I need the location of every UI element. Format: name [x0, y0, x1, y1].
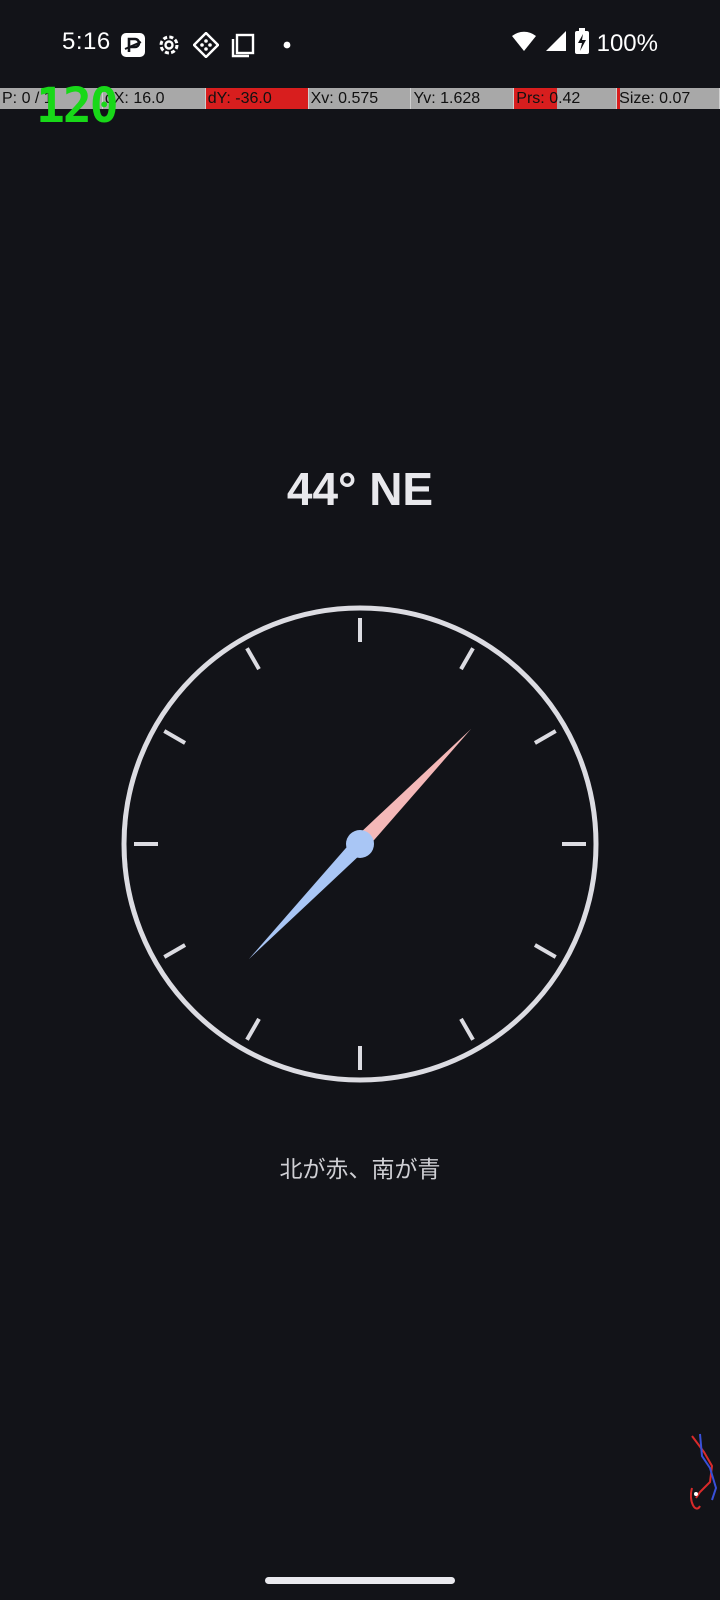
compass-tick [163, 943, 187, 959]
app-diamond-icon [192, 31, 220, 59]
heading-readout: 44° NE [286, 463, 434, 515]
needle-north [354, 728, 472, 850]
needle-south [248, 838, 366, 960]
paypay-icon [120, 32, 146, 58]
needle-color-caption: 北が赤、南が青 [279, 1157, 441, 1183]
fps-counter: 120 [36, 78, 119, 134]
battery-percent: 100% [596, 29, 658, 57]
debug-pressure: Prs: 0.42 [514, 88, 618, 109]
compass-tick [459, 1017, 475, 1041]
debug-x-velocity: Xv: 0.575 [308, 88, 412, 109]
compass-tick [459, 647, 475, 671]
settings-gear-icon [156, 32, 182, 58]
home-gesture-bar[interactable] [265, 1577, 455, 1584]
compass-tick [245, 1017, 261, 1041]
compass-dial [121, 605, 599, 1083]
compass-tick [533, 729, 557, 745]
compass-tick [533, 943, 557, 959]
cellular-signal-icon [545, 29, 567, 58]
status-time: 5:16 [62, 28, 111, 55]
compass-tick [245, 647, 261, 671]
touch-trace [690, 1433, 718, 1510]
compass-app-screen: 5:16 100% P: 0 / 1 dX: 16.0 dY: -36.0 Xv… [0, 0, 720, 1600]
compass-tick [163, 729, 187, 745]
debug-size: Size: 0.07 [617, 88, 720, 109]
battery-charging-icon [574, 28, 589, 59]
status-right-group: 100% [511, 28, 658, 59]
status-bar: 5:16 100% [0, 0, 720, 88]
debug-dy: dY: -36.0 [205, 88, 309, 109]
debug-dx: dX: 16.0 [102, 88, 206, 109]
screenshot-copy-icon [230, 32, 256, 58]
wifi-icon [511, 29, 537, 58]
notification-dot-icon [274, 32, 300, 58]
needle-hub [346, 830, 374, 858]
debug-y-velocity: Yv: 1.628 [411, 88, 515, 109]
